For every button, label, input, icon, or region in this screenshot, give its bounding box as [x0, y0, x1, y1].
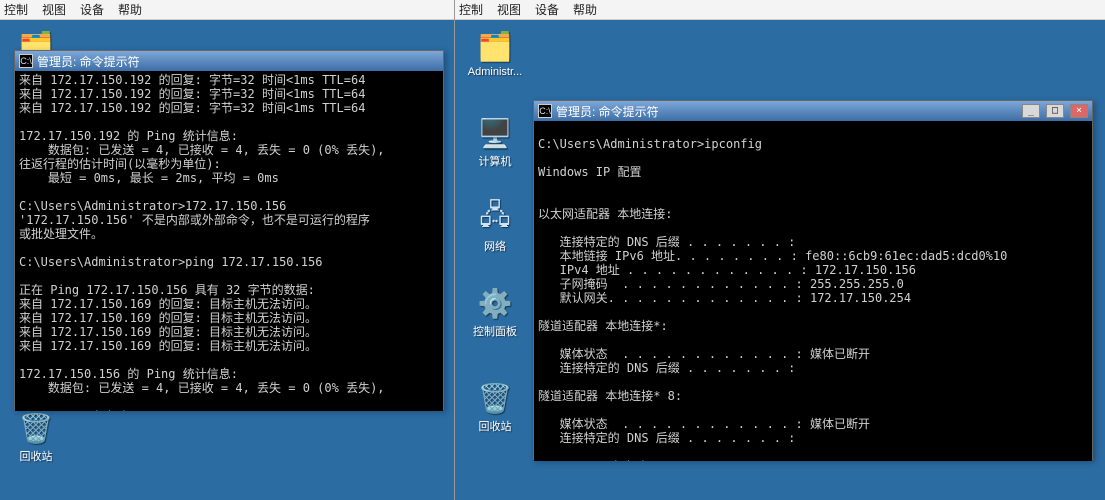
folder-icon: 🗂️	[477, 28, 513, 64]
minimize-button[interactable]: _	[1022, 104, 1040, 118]
menu-devices[interactable]: 设备	[535, 1, 559, 18]
cmd-output[interactable]: 来自 172.17.150.192 的回复: 字节=32 时间<1ms TTL=…	[15, 71, 443, 411]
cmd-title-text: 管理员: 命令提示符	[556, 103, 659, 120]
desktop-icon-label: 网络	[465, 238, 525, 254]
menubar: 控制 视图 设备 帮助	[0, 0, 454, 20]
cmd-window-left[interactable]: C:\ 管理员: 命令提示符 来自 172.17.150.192 的回复: 字节…	[14, 50, 444, 410]
desktop-right[interactable]: 🗂️ Administr... 🖥️ 计算机 🖧 网络 ⚙️ 控制面板 🗑️ 回…	[455, 20, 1105, 500]
vm-pane-left: 控制 视图 设备 帮助 🗂️ 🗑️ 回收站 C:\ 管理员: 命令提示符 来自 …	[0, 0, 455, 500]
menubar: 控制 视图 设备 帮助	[455, 0, 1105, 20]
computer-icon: 🖥️	[477, 115, 513, 151]
vm-pane-right: 控制 视图 设备 帮助 🗂️ Administr... 🖥️ 计算机 🖧 网络 …	[455, 0, 1105, 500]
menu-devices[interactable]: 设备	[80, 1, 104, 18]
maximize-button[interactable]: □	[1046, 104, 1064, 118]
menu-view[interactable]: 视图	[497, 1, 521, 18]
cmd-window-right[interactable]: C:\ 管理员: 命令提示符 _ □ × C:\Users\Administra…	[533, 100, 1093, 460]
desktop-left[interactable]: 🗂️ 🗑️ 回收站 C:\ 管理员: 命令提示符 来自 172.17.150.1…	[0, 20, 454, 500]
menu-help[interactable]: 帮助	[118, 1, 142, 18]
network-icon: 🖧	[477, 200, 513, 236]
cmd-icon: C:\	[538, 104, 552, 118]
desktop-icon-network[interactable]: 🖧 网络	[465, 200, 525, 254]
cmd-title-text: 管理员: 命令提示符	[37, 53, 140, 70]
menu-view[interactable]: 视图	[42, 1, 66, 18]
cmd-output[interactable]: C:\Users\Administrator>ipconfig Windows …	[534, 121, 1092, 461]
recycle-bin-icon: 🗑️	[477, 380, 513, 416]
desktop-icon-recycle[interactable]: 🗑️ 回收站	[6, 410, 66, 464]
desktop-icon-recycle[interactable]: 🗑️ 回收站	[465, 380, 525, 434]
desktop-icon-computer[interactable]: 🖥️ 计算机	[465, 115, 525, 169]
desktop-icon-label: 回收站	[6, 448, 66, 464]
desktop-icon-label: 回收站	[465, 418, 525, 434]
menu-help[interactable]: 帮助	[573, 1, 597, 18]
desktop-icon-label: 计算机	[465, 153, 525, 169]
control-panel-icon: ⚙️	[477, 285, 513, 321]
menu-control[interactable]: 控制	[459, 1, 483, 18]
cmd-titlebar[interactable]: C:\ 管理员: 命令提示符	[15, 51, 443, 71]
desktop-icon-label: Administr...	[465, 66, 525, 78]
desktop-icon-cpanel[interactable]: ⚙️ 控制面板	[465, 285, 525, 339]
desktop-icon-label: 控制面板	[465, 323, 525, 339]
menu-control[interactable]: 控制	[4, 1, 28, 18]
desktop-icon-admin[interactable]: 🗂️ Administr...	[465, 28, 525, 78]
cmd-icon: C:\	[19, 54, 33, 68]
cmd-titlebar[interactable]: C:\ 管理员: 命令提示符 _ □ ×	[534, 101, 1092, 121]
recycle-bin-icon: 🗑️	[18, 410, 54, 446]
close-button[interactable]: ×	[1070, 104, 1088, 118]
